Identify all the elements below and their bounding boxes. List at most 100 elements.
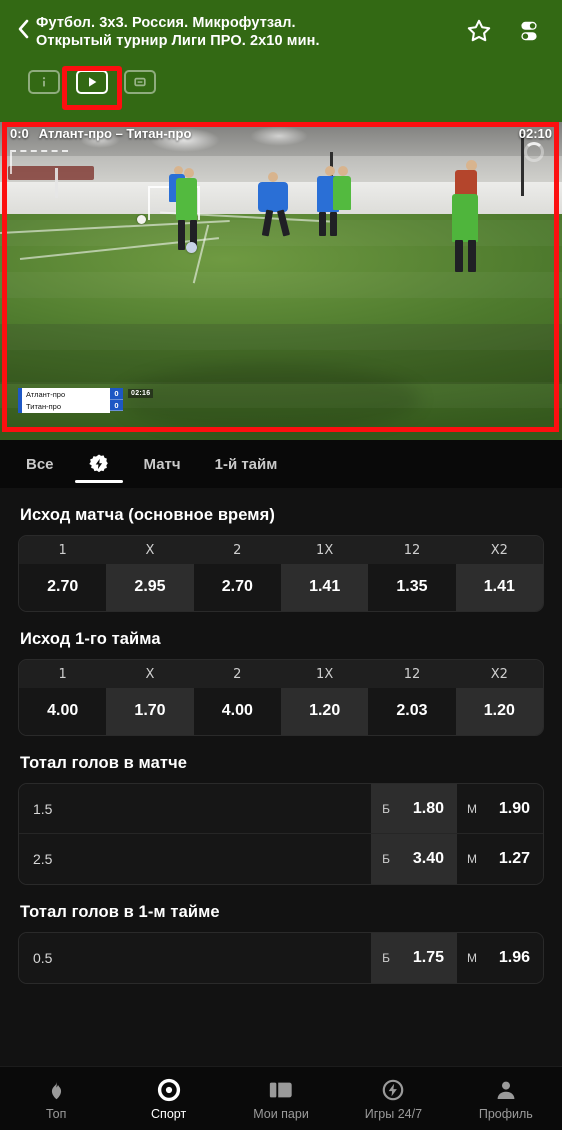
odds-button[interactable]: 4.00 (19, 688, 107, 735)
nav-profile[interactable]: Профиль (450, 1077, 562, 1121)
odds-button[interactable]: 1.41 (455, 564, 543, 611)
scoreboard-icon (134, 77, 146, 87)
total-over-button[interactable]: Б 1.75 (371, 933, 457, 983)
odds-button[interactable]: 2.70 (193, 564, 281, 611)
nav-my-bets[interactable]: Мои пари (225, 1077, 337, 1121)
odds-button[interactable]: 1.20 (455, 688, 543, 735)
total-over-key: Б (382, 852, 390, 866)
player-head (268, 172, 278, 182)
total-under-key: М (467, 801, 477, 816)
total-row: 0.5 Б 1.75 М 1.96 (19, 933, 543, 983)
odds-button[interactable]: 4.00 (193, 688, 281, 735)
tab-match-label: Матч (143, 455, 181, 473)
total-over-key: Б (382, 801, 390, 816)
total-over-button[interactable]: Б 3.40 (371, 834, 457, 884)
toggles-icon (521, 21, 537, 41)
player-body (452, 194, 478, 242)
player-body (258, 182, 288, 212)
odds-col-header: 12 (403, 543, 421, 558)
odds-column-headers: 1 X 2 1X 12 X2 (19, 660, 543, 688)
odds-col-header: X (145, 543, 155, 558)
odds-col-header: 1X (316, 667, 334, 682)
score-value: 0:0 (10, 125, 29, 141)
total-over-key: Б (382, 951, 390, 965)
settings-button[interactable] (514, 16, 544, 46)
broadcast-clock: 02:16 (128, 389, 154, 398)
odds-col-header: 12 (403, 667, 421, 682)
market-filter-tabs: Все Матч 1-й тайм (0, 440, 562, 488)
star-icon (467, 19, 491, 42)
live-video-player[interactable]: 0:0 Атлант-про – Титан-про 02:10 Атлант-… (0, 122, 562, 440)
odds-button[interactable]: 1.20 (280, 688, 369, 735)
match-timer: 02:10 (518, 125, 552, 141)
total-line-value: 2.5 (19, 834, 371, 884)
market-title: Тотал голов в матче (20, 754, 188, 772)
back-button[interactable] (10, 12, 36, 46)
tab-flash[interactable] (74, 440, 123, 488)
target-icon (157, 1077, 181, 1103)
total-over-button[interactable]: Б 1.80 (371, 784, 457, 833)
total-line-value: 0.5 (19, 933, 371, 983)
odds-col-header: 2 (233, 543, 242, 558)
odds-button[interactable]: 1.41 (280, 564, 369, 611)
total-under-odds: 1.27 (498, 850, 530, 867)
odds-button[interactable]: 2.70 (19, 564, 107, 611)
page-title-line2: Открытый турнир Лиги ПРО. 2x10 мин. (36, 33, 320, 49)
nav-top-label: Топ (46, 1106, 67, 1121)
tab-first-half-label: 1-й тайм (214, 455, 278, 473)
match-teams: Атлант-про – Титан-про (38, 125, 192, 141)
odds-button[interactable]: 2.95 (106, 564, 194, 611)
goal-far (10, 150, 68, 174)
nav-games-label: Игры 24/7 (364, 1106, 423, 1121)
play-icon (89, 77, 97, 87)
player-head (184, 168, 194, 178)
odds-button[interactable]: 1.70 (106, 688, 194, 735)
player-body (333, 176, 351, 210)
total-under-key: М (467, 852, 477, 866)
markets-list[interactable]: Исход матча (основное время) 1 X 2 1X 12… (0, 488, 562, 1066)
info-tab[interactable] (28, 70, 60, 94)
total-under-odds: 1.96 (498, 949, 530, 966)
odds-col-header: X2 (490, 667, 508, 682)
total-under-button[interactable]: М 1.90 (457, 784, 543, 833)
player-head (325, 166, 335, 176)
ball (186, 242, 197, 253)
total-row: 1.5 Б 1.80 М 1.90 (19, 784, 543, 834)
broadcast-away-score: 0 (110, 399, 123, 411)
goal-post (55, 168, 58, 198)
ticket-icon (268, 1077, 294, 1103)
player-head (338, 166, 348, 176)
odds-button[interactable]: 2.03 (368, 688, 456, 735)
bolt-circle-icon (381, 1077, 405, 1103)
tab-match[interactable]: Матч (140, 440, 185, 488)
tab-first-half[interactable]: 1-й тайм (211, 440, 282, 488)
flash-bolt-icon (88, 454, 108, 473)
total-over-odds: 1.75 (412, 949, 444, 966)
total-under-button[interactable]: М 1.96 (457, 933, 543, 983)
odds-col-header: X2 (490, 543, 508, 558)
player-score-overlay: 0:0 Атлант-про – Титан-про 02:10 (0, 122, 562, 144)
nav-sport[interactable]: Спорт (112, 1077, 224, 1121)
total-over-odds: 3.40 (412, 850, 444, 867)
spinner-icon (524, 142, 544, 162)
odds-row: 2.70 2.95 2.70 1.41 1.35 1.41 (19, 564, 543, 611)
total-line-value: 1.5 (19, 784, 371, 833)
nav-games[interactable]: Игры 24/7 (337, 1077, 449, 1121)
odds-col-header: 1 (58, 667, 67, 682)
market-card-total-match: 1.5 Б 1.80 М 1.90 2.5 Б 3.40 М 1.27 (18, 783, 544, 885)
favorite-button[interactable] (464, 16, 494, 46)
person-icon (494, 1077, 518, 1103)
scoreboard-tab[interactable] (124, 70, 156, 94)
nav-top[interactable]: Топ (0, 1077, 112, 1121)
match-detail-screen: Футбол. 3x3. Россия. Микрофутзал. Открыт… (0, 0, 562, 1130)
odds-button[interactable]: 1.35 (368, 564, 456, 611)
info-icon (42, 77, 46, 87)
total-under-button[interactable]: М 1.27 (457, 834, 543, 884)
video-tab[interactable] (76, 70, 108, 94)
broadcast-home-score: 0 (110, 388, 123, 400)
tab-all[interactable]: Все (22, 440, 58, 488)
flame-icon (46, 1077, 67, 1103)
video-surface[interactable]: 0:0 Атлант-про – Титан-про 02:10 Атлант-… (0, 122, 562, 440)
odds-col-header: 2 (233, 667, 242, 682)
total-row: 2.5 Б 3.40 М 1.27 (19, 834, 543, 884)
